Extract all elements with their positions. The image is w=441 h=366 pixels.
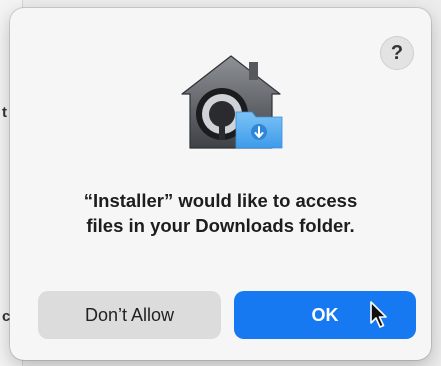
message-line: “Installer” would like to access: [83, 190, 358, 211]
permission-dialog: ? “Installer” would like to access files…: [10, 8, 431, 360]
help-button[interactable]: ?: [380, 36, 414, 70]
privacy-lock-with-downloads-folder-icon: [181, 55, 283, 149]
background-text-fragment: t: [2, 104, 7, 121]
permission-message: “Installer” would like to access files i…: [10, 188, 431, 238]
dont-allow-button[interactable]: Don’t Allow: [38, 291, 221, 339]
mouse-pointer-icon: [370, 301, 387, 328]
message-line: files in your Downloads folder.: [86, 215, 355, 236]
